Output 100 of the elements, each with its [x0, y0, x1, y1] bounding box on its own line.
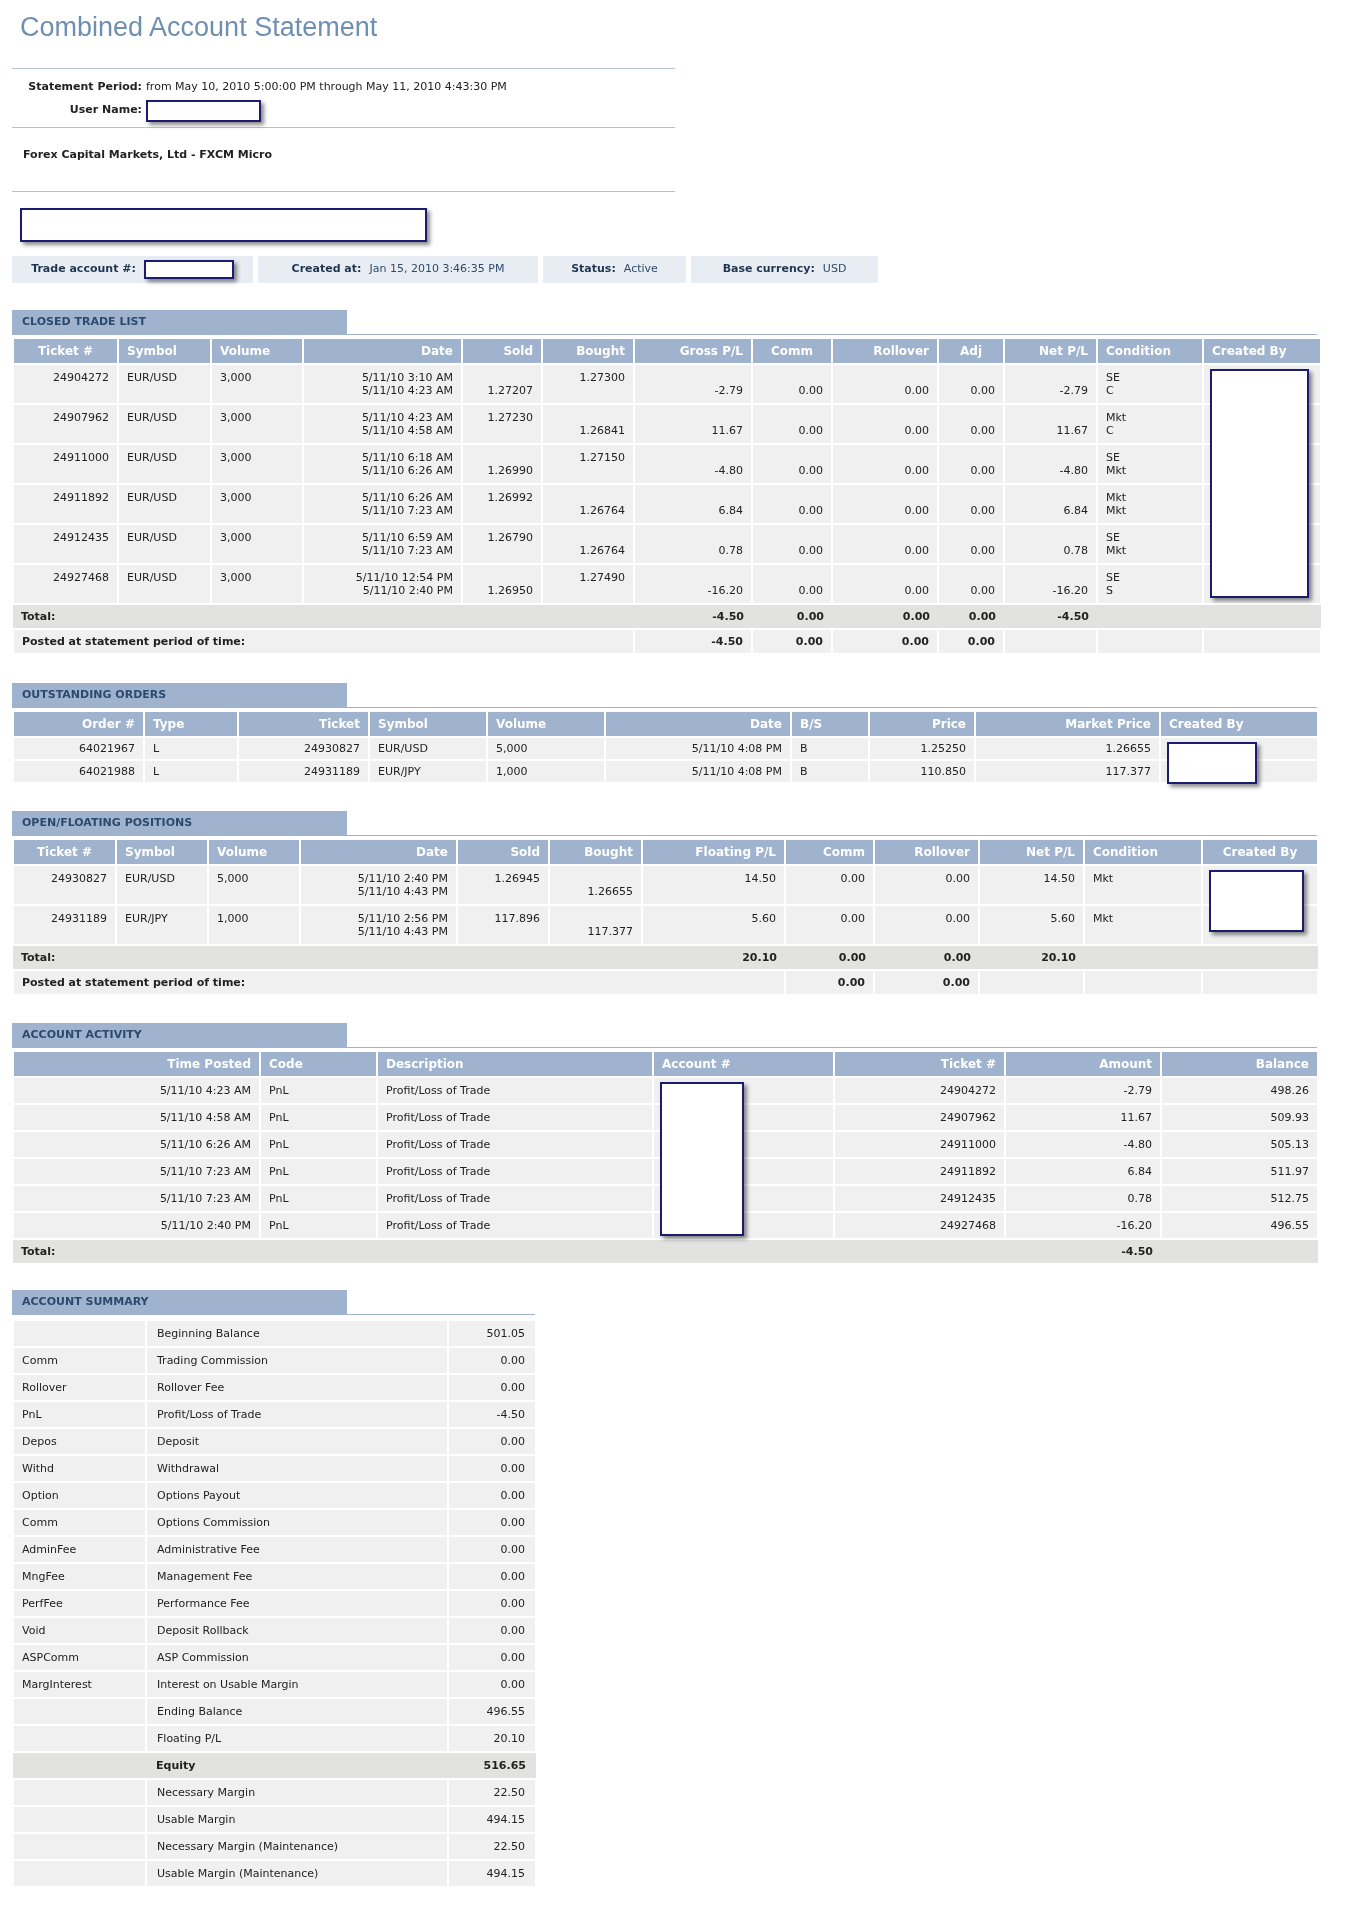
column-header: Price — [869, 711, 975, 737]
table-cell: 3,000 — [211, 363, 303, 404]
table-cell: Void — [13, 1616, 146, 1644]
table-cell: Trading Commission — [146, 1346, 448, 1374]
column-header: Symbol — [116, 839, 208, 865]
table-cell: 1.26790 — [462, 523, 542, 564]
table-cell: Performance Fee — [146, 1589, 448, 1617]
table-cell: Comm — [13, 1346, 146, 1374]
table-cell: EUR/USD — [116, 864, 208, 905]
table-cell: 11.67 — [634, 403, 752, 444]
column-header: Volume — [208, 839, 300, 865]
column-header: Balance — [1161, 1051, 1318, 1077]
table-cell: Deposit — [146, 1427, 448, 1455]
table-cell: 0.00 — [448, 1427, 536, 1455]
table-cell: 0.00 — [832, 603, 938, 629]
table-cell: 0.00 — [448, 1616, 536, 1644]
table-cell: Profit/Loss of Trade — [377, 1211, 653, 1239]
table-cell: Profit/Loss of Trade — [377, 1157, 653, 1185]
table-cell: 5/11/10 6:26 AM — [13, 1130, 260, 1158]
table-cell: PnL — [260, 1130, 377, 1158]
column-header: Sold — [462, 338, 542, 364]
table-cell: EUR/USD — [118, 523, 211, 564]
table-cell: 14.50 — [979, 864, 1084, 905]
column-header: Time Posted — [13, 1051, 260, 1077]
table-cell: 516.65 — [448, 1751, 536, 1779]
table-cell: 5/11/10 6:59 AM 5/11/10 7:23 AM — [303, 523, 462, 564]
column-header: Symbol — [369, 711, 487, 737]
table-cell: Deposit Rollback — [146, 1616, 448, 1644]
table-cell: Necessary Margin (Maintenance) — [146, 1832, 448, 1860]
table-cell: 3,000 — [211, 523, 303, 564]
table-cell: 0.78 — [1004, 523, 1097, 564]
table-cell: 0.78 — [1005, 1184, 1161, 1212]
table-cell: 0.00 — [448, 1562, 536, 1590]
table-cell: Profit/Loss of Trade — [377, 1130, 653, 1158]
column-header: Code — [260, 1051, 377, 1077]
table-cell: 0.00 — [832, 363, 938, 404]
table-cell: EUR/USD — [118, 563, 211, 604]
table-cell: 0.00 — [752, 523, 832, 564]
table-cell: 498.26 — [1161, 1076, 1318, 1104]
table-cell: Equity — [146, 1751, 448, 1779]
table-cell: 1.27300 — [542, 363, 634, 404]
table-cell: 5/11/10 4:23 AM — [13, 1076, 260, 1104]
table-cell: 117.377 — [549, 904, 642, 945]
table-cell: 5/11/10 6:18 AM 5/11/10 6:26 AM — [303, 443, 462, 484]
table-cell: 1.27230 — [462, 403, 542, 444]
table-cell: 5/11/10 2:40 PM — [13, 1211, 260, 1239]
table-cell: 14.50 — [642, 864, 785, 905]
table-cell: Profit/Loss of Trade — [146, 1400, 448, 1428]
table-cell: Total: — [13, 1238, 1005, 1263]
table-cell: 24931189 — [13, 904, 116, 945]
table-cell: EUR/USD — [118, 443, 211, 484]
table-cell: Interest on Usable Margin — [146, 1670, 448, 1698]
table-cell: Usable Margin (Maintenance) — [146, 1859, 448, 1887]
table-cell: -4.50 — [1005, 1238, 1161, 1263]
table-cell: PnL — [260, 1103, 377, 1131]
table-cell: 0.00 — [752, 403, 832, 444]
table-cell: 24927468 — [13, 563, 118, 604]
table-cell: 511.97 — [1161, 1157, 1318, 1185]
column-header: Ticket # — [13, 338, 118, 364]
table-cell: 1.26655 — [975, 736, 1160, 760]
table-cell: Withd — [13, 1454, 146, 1482]
table-cell: 1,000 — [487, 759, 605, 783]
table-cell: 0.00 — [832, 628, 938, 654]
table-cell: 24911000 — [834, 1130, 1005, 1158]
table-cell: 0.00 — [448, 1373, 536, 1401]
column-header: Condition — [1097, 338, 1203, 364]
table-cell: 0.00 — [448, 1508, 536, 1536]
column-header: Bought — [549, 839, 642, 865]
table-cell: Option — [13, 1481, 146, 1509]
table-cell: 0.00 — [785, 969, 874, 995]
table-cell: 0.00 — [938, 443, 1004, 484]
table-cell: Comm — [13, 1508, 146, 1536]
table-cell: 24907962 — [834, 1103, 1005, 1131]
table-cell: 5/11/10 4:08 PM — [605, 736, 791, 760]
table-cell: 0.00 — [785, 864, 874, 905]
table-cell: 0.00 — [448, 1670, 536, 1698]
table-cell: 1.26992 — [462, 483, 542, 524]
table-cell: SE Mkt — [1097, 443, 1203, 484]
table-cell: 501.05 — [448, 1319, 536, 1347]
column-header: Symbol — [118, 338, 211, 364]
table-cell: 11.67 — [1004, 403, 1097, 444]
column-header: Created By — [1203, 338, 1321, 364]
column-header: Adj — [938, 338, 1004, 364]
table-cell: 3,000 — [211, 443, 303, 484]
table-cell: 0.00 — [752, 563, 832, 604]
table-cell: -4.50 — [634, 603, 752, 629]
table-cell: EUR/JPY — [369, 759, 487, 783]
table-cell: Depos — [13, 1427, 146, 1455]
table-cell: Floating P/L — [146, 1724, 448, 1752]
table-cell: 494.15 — [448, 1859, 536, 1887]
table-cell: Administrative Fee — [146, 1535, 448, 1563]
table-cell: PnL — [260, 1157, 377, 1185]
table-cell: Options Payout — [146, 1481, 448, 1509]
column-header: Gross P/L — [634, 338, 752, 364]
table-cell: 0.00 — [938, 523, 1004, 564]
table-cell: Mkt — [1084, 864, 1202, 905]
column-header: Market Price — [975, 711, 1160, 737]
section-header: ACCOUNT ACTIVITY — [12, 1022, 347, 1047]
section-header: ACCOUNT SUMMARY — [12, 1289, 347, 1314]
column-header: B/S — [791, 711, 869, 737]
